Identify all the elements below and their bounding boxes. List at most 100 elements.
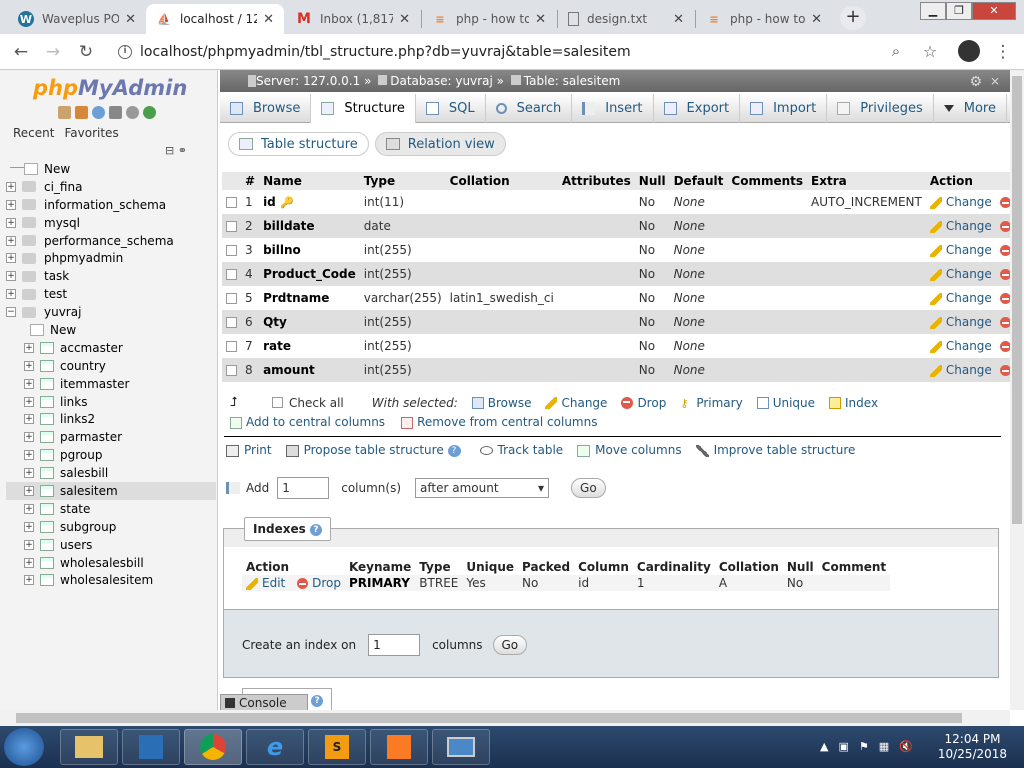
col-header[interactable]: Default xyxy=(669,172,728,190)
col-header[interactable]: Comments xyxy=(727,172,808,190)
expand-icon[interactable]: + xyxy=(24,414,34,425)
tab-search[interactable]: Search xyxy=(486,94,573,123)
file-explorer-icon[interactable] xyxy=(60,729,118,765)
change-link[interactable]: Change xyxy=(929,291,992,305)
with-selected-unique[interactable]: Unique xyxy=(756,396,815,410)
close-tab-icon[interactable]: ✕ xyxy=(263,12,274,27)
propose-structure-link[interactable]: Propose table structure ? xyxy=(285,443,466,457)
col-header[interactable]: Name xyxy=(259,172,360,190)
col-header[interactable]: Attributes xyxy=(557,172,635,190)
improve-structure-link[interactable]: Improve table structure xyxy=(695,443,855,457)
xampp-icon[interactable] xyxy=(370,729,428,765)
remove-central-columns-link[interactable]: Remove from central columns xyxy=(401,415,597,429)
column-position-select[interactable]: after amount ▾ xyxy=(415,478,550,498)
table-structure-tab[interactable]: Table structure xyxy=(228,132,369,156)
drop-link[interactable]: Drop xyxy=(999,363,1010,377)
change-link[interactable]: Change xyxy=(929,195,992,209)
tab-sql[interactable]: SQL xyxy=(416,94,486,123)
check-all-checkbox[interactable] xyxy=(272,397,283,408)
expand-icon[interactable]: + xyxy=(6,271,16,282)
breadcrumb-server[interactable]: Server: 127.0.0.1 » xyxy=(256,74,371,88)
help-icon[interactable] xyxy=(92,106,105,119)
row-checkbox[interactable] xyxy=(226,365,237,376)
sidebar-item-table[interactable]: + links2 xyxy=(6,410,216,428)
collapse-icon[interactable]: − xyxy=(6,307,16,318)
back-icon[interactable]: ← xyxy=(10,42,32,62)
close-tab-icon[interactable]: ✕ xyxy=(673,12,684,27)
row-checkbox[interactable] xyxy=(226,269,237,280)
drop-link[interactable]: Drop xyxy=(999,219,1010,233)
row-checkbox[interactable] xyxy=(226,245,237,256)
sidebar-item-table[interactable]: + links xyxy=(6,393,216,411)
media-player-icon[interactable] xyxy=(122,729,180,765)
sidebar-item-table[interactable]: + parmaster xyxy=(6,428,216,446)
sidebar-item-db[interactable]: + phpmyadmin xyxy=(6,249,216,267)
sidebar-item-new[interactable]: New xyxy=(6,160,216,178)
change-link[interactable]: Change xyxy=(929,339,992,353)
expand-icon[interactable]: + xyxy=(24,432,34,443)
vertical-scrollbar[interactable] xyxy=(1010,70,1024,710)
screen-icon[interactable] xyxy=(432,729,490,765)
drop-link[interactable]: Drop xyxy=(999,195,1010,209)
table-row[interactable]: 3billnoint(255)NoNoneChangeDropM xyxy=(222,238,1010,262)
sidebar-item-db[interactable]: + performance_schema xyxy=(6,232,216,250)
breadcrumb-database[interactable]: Database: yuvraj » xyxy=(390,74,504,88)
row-checkbox[interactable] xyxy=(226,317,237,328)
add-columns-go-button[interactable]: Go xyxy=(571,478,606,498)
check-all-label[interactable]: Check all xyxy=(289,396,344,410)
track-table-link[interactable]: Track table xyxy=(479,443,563,457)
sidebar-item-db[interactable]: + mysql xyxy=(6,214,216,232)
sidebar-item-table[interactable]: + salesitem xyxy=(6,482,216,500)
col-header[interactable]: Collation xyxy=(445,172,558,190)
expand-icon[interactable]: + xyxy=(6,253,16,264)
drop-link[interactable]: Drop xyxy=(999,267,1010,281)
index-drop-link[interactable]: Drop xyxy=(297,576,341,590)
drop-link[interactable]: Drop xyxy=(999,339,1010,353)
drop-link[interactable]: Drop xyxy=(999,243,1010,257)
table-row[interactable]: 4Product_Codeint(255)NoNoneChangeDropM xyxy=(222,262,1010,286)
collapse-all-icon[interactable]: ⊟ ⚭ xyxy=(165,144,187,157)
sidebar-item-new-table[interactable]: New xyxy=(6,321,216,339)
expand-icon[interactable]: + xyxy=(24,521,34,532)
favorites-tab[interactable]: Favorites xyxy=(63,126,119,140)
expand-icon[interactable]: + xyxy=(24,378,34,389)
start-button[interactable] xyxy=(4,728,44,766)
expand-icon[interactable]: + xyxy=(6,289,16,300)
network-icon[interactable]: ▦ xyxy=(879,740,889,753)
recent-tab[interactable]: Recent xyxy=(12,126,55,140)
expand-icon[interactable]: + xyxy=(24,360,34,371)
chrome-icon[interactable] xyxy=(184,729,242,765)
expand-icon[interactable]: + xyxy=(6,199,16,210)
change-link[interactable]: Change xyxy=(929,243,992,257)
sidebar-item-table[interactable]: + state xyxy=(6,500,216,518)
sidebar-item-db[interactable]: + information_schema xyxy=(6,196,216,214)
table-row[interactable]: 7rateint(255)NoNoneChangeDropM xyxy=(222,334,1010,358)
sidebar-item-table[interactable]: + itemmaster xyxy=(6,375,216,393)
sublime-text-icon[interactable]: S xyxy=(308,729,366,765)
with-selected-drop[interactable]: Drop xyxy=(621,396,666,410)
browser-tab[interactable]: ≡ php - how to ✕ xyxy=(422,4,556,34)
sidebar-item-table[interactable]: + users xyxy=(6,536,216,554)
create-index-count[interactable]: 1 xyxy=(368,634,421,656)
row-checkbox[interactable] xyxy=(226,221,237,232)
with-selected-index[interactable]: Index xyxy=(829,396,878,410)
row-checkbox[interactable] xyxy=(226,197,237,208)
expand-icon[interactable]: + xyxy=(6,235,16,246)
close-tab-icon[interactable]: ✕ xyxy=(125,12,136,27)
close-window-button[interactable]: ✕ xyxy=(972,2,1016,20)
phpmyadmin-logo[interactable]: phpMyAdmin xyxy=(33,76,187,100)
change-link[interactable]: Change xyxy=(929,363,992,377)
expand-icon[interactable]: + xyxy=(24,557,34,568)
expand-icon[interactable]: + xyxy=(24,503,34,514)
info-icon[interactable]: i xyxy=(118,45,132,59)
bookmark-star-icon[interactable]: ☆ xyxy=(919,42,941,61)
col-header[interactable]: Action xyxy=(925,172,1010,190)
add-central-columns-link[interactable]: Add to central columns xyxy=(230,415,385,429)
change-link[interactable]: Change xyxy=(929,219,992,233)
expand-icon[interactable]: + xyxy=(24,485,34,496)
col-header[interactable]: Type xyxy=(359,172,446,190)
forward-icon[interactable]: → xyxy=(42,42,64,62)
row-checkbox[interactable] xyxy=(226,341,237,352)
home-icon[interactable] xyxy=(58,106,71,119)
sidebar-item-table[interactable]: + wholesalesbill xyxy=(6,554,216,572)
